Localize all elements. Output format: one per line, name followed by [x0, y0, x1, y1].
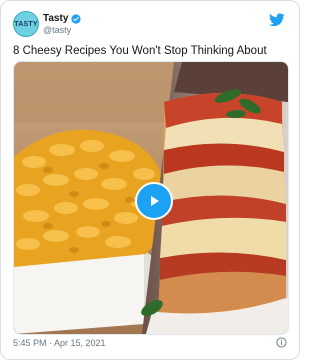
tweet-text: 8 Cheesy Recipes You Won't Stop Thinking…: [13, 45, 267, 57]
avatar[interactable]: TASTY: [13, 11, 39, 37]
tweet-header: TASTY Tasty @tasty: [13, 11, 287, 43]
info-icon[interactable]: [276, 337, 287, 348]
verified-badge-icon: [71, 13, 81, 24]
author-block: Tasty @tasty: [43, 13, 81, 35]
tweet-embed: TASTY Tasty @tasty 8 Cheesy Recipes You …: [0, 0, 300, 360]
author-name-row: Tasty: [43, 13, 81, 24]
author-handle[interactable]: @tasty: [43, 25, 81, 35]
play-button[interactable]: [135, 182, 173, 220]
twitter-bird-icon[interactable]: [269, 13, 285, 27]
video-thumbnail[interactable]: [13, 61, 289, 335]
tweet-timestamp[interactable]: 5:45 PM · Apr 15, 2021: [13, 338, 106, 348]
play-icon: [151, 196, 159, 206]
author-name[interactable]: Tasty: [43, 13, 68, 24]
avatar-text: TASTY: [14, 20, 38, 28]
